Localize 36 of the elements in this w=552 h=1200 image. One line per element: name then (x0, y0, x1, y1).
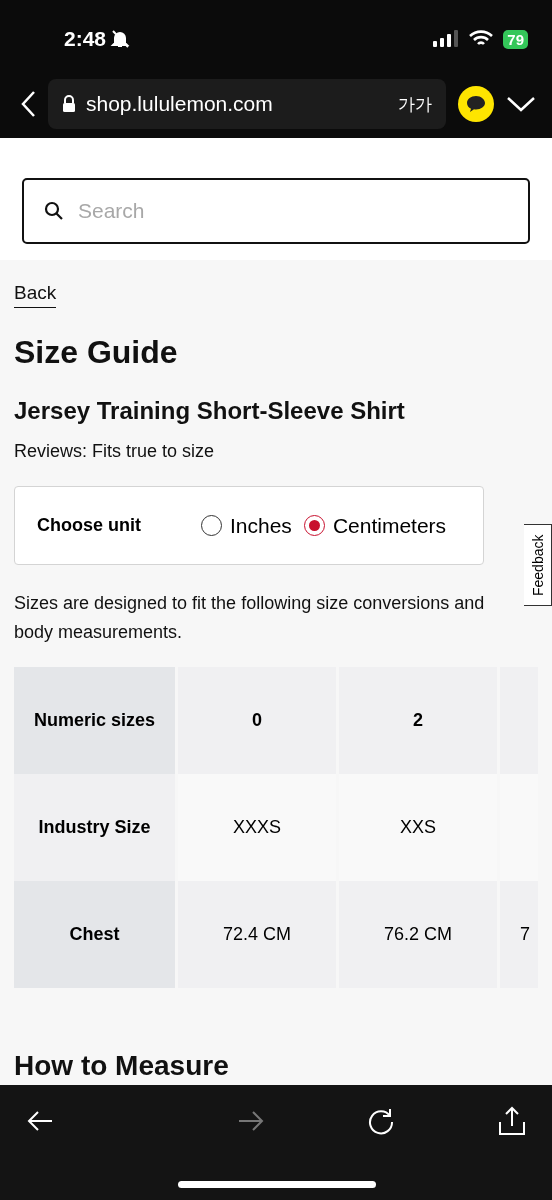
text-size-button[interactable]: 가가 (398, 92, 432, 116)
row-header-cell: Numeric sizes (14, 667, 175, 774)
table-cell: 76.2 CM (339, 881, 497, 988)
section-heading: How to Measure (14, 1050, 230, 1082)
unit-radio-option[interactable]: Centimeters (303, 513, 447, 538)
url-text: shop.lululemon.com (86, 92, 274, 116)
table-cell: 7 (500, 881, 538, 988)
intro-text: Sizes are designed to fit the following size conversions and body measurements. (14, 592, 486, 644)
signal-icon (433, 30, 460, 48)
status-time: 2:48 (64, 27, 107, 51)
right-arrow-icon (236, 1109, 265, 1133)
reload-icon (367, 1107, 396, 1135)
table-cell: 72.4 CM (178, 881, 336, 988)
search-bar[interactable]: Search (22, 178, 530, 244)
address-bar[interactable]: shop.lululemon.com 가가 (48, 79, 446, 129)
battery-level: 79 (503, 29, 528, 49)
product-name: Jersey Training Short-Sleeve Shirt (14, 397, 406, 425)
table-cell: 2 (339, 667, 497, 774)
row-header-cell: Chest (14, 881, 175, 988)
page-title: Size Guide (14, 334, 179, 371)
left-arrow-icon (26, 1109, 54, 1133)
table-cell: 0 (178, 667, 336, 774)
search-icon (44, 201, 64, 221)
chat-button[interactable] (458, 86, 494, 122)
lock-icon (62, 95, 76, 113)
reviews-summary: Reviews: Fits true to size (14, 441, 216, 462)
row-header-cell: Industry Size (14, 774, 175, 881)
chevron-down-icon[interactable] (506, 95, 536, 113)
speech-bubble-icon (466, 95, 486, 113)
back-link[interactable]: Back (14, 282, 57, 308)
search-input[interactable]: Search (76, 198, 508, 224)
feedback-tab[interactable]: Feedback (524, 524, 552, 606)
unit-label: Choose unit (37, 515, 142, 536)
share-icon (497, 1106, 526, 1136)
unit-radio-option[interactable]: Inches (201, 513, 292, 538)
back-chevron-icon[interactable] (20, 90, 36, 118)
